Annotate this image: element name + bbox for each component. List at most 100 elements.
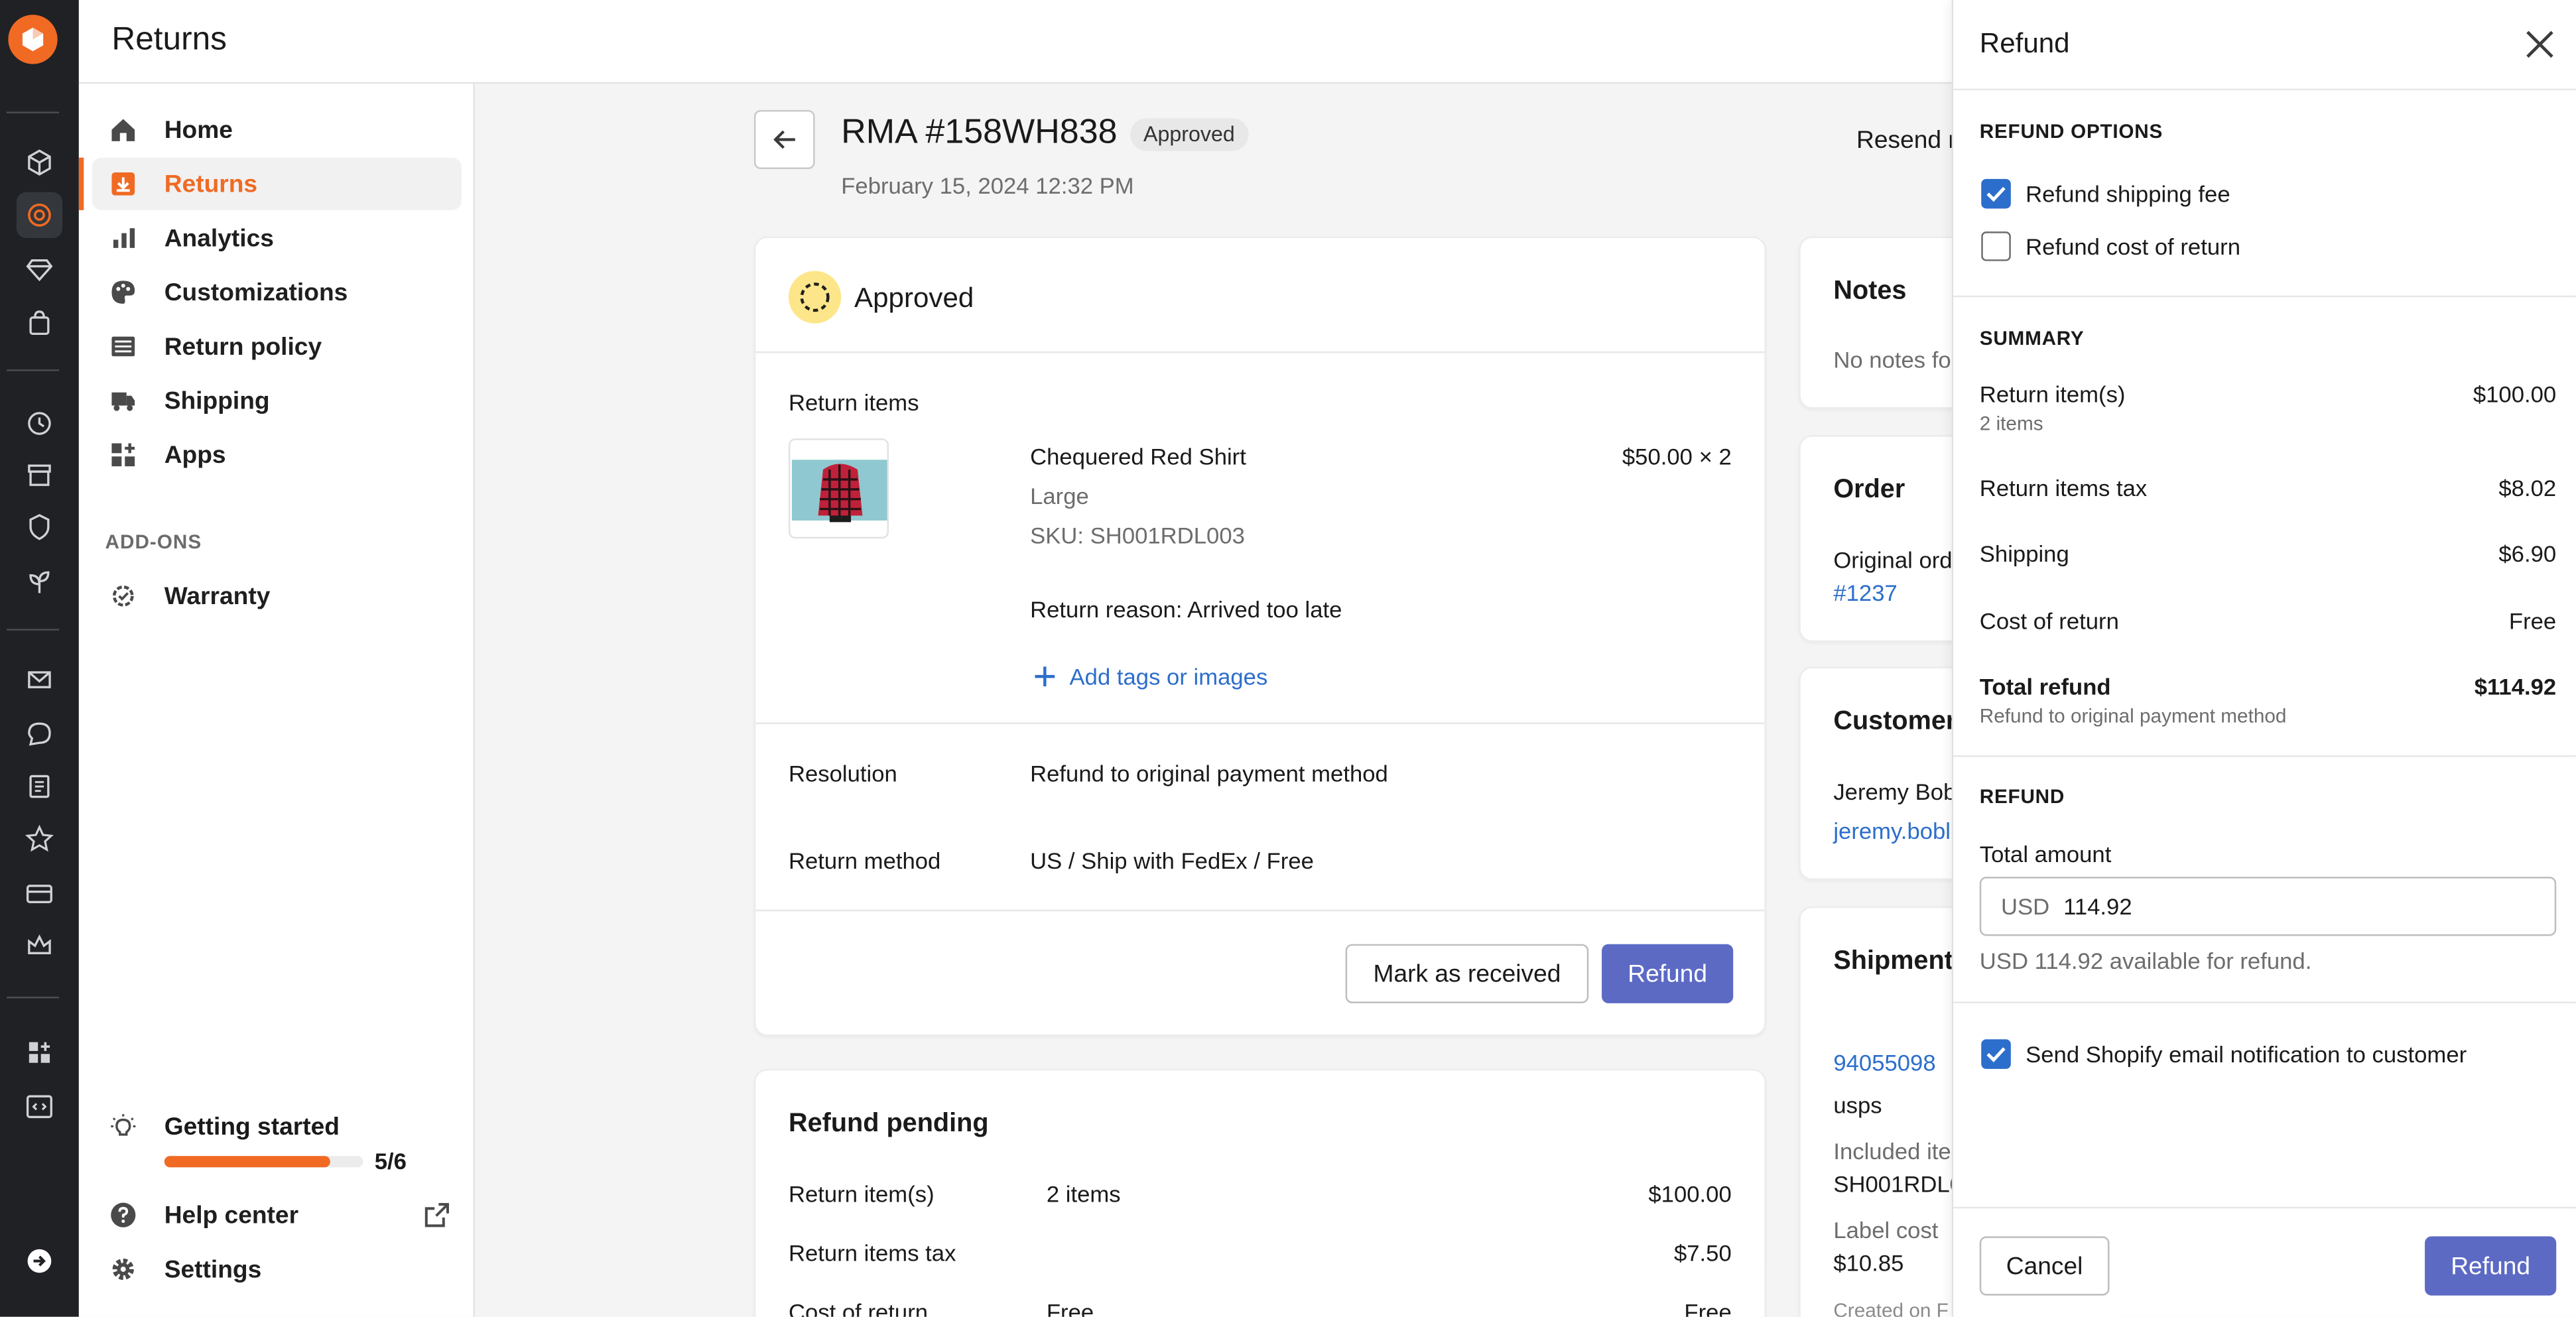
box-icon[interactable]	[17, 139, 62, 185]
product-sku: SKU: SH001RDL003	[1030, 522, 1245, 548]
pending-row-value: $100.00	[1648, 1180, 1732, 1207]
close-button[interactable]	[2520, 25, 2559, 64]
bar-chart-icon	[113, 228, 135, 248]
returns-icon	[111, 172, 135, 196]
sidebar-item-settings[interactable]: Settings	[92, 1243, 462, 1295]
drawer-title: Refund	[1979, 28, 2070, 60]
page-header-title: Returns	[111, 21, 227, 58]
amount-value[interactable]: 114.92	[2063, 893, 2132, 920]
sidebar-item-label: Apps	[164, 440, 226, 469]
checkbox-checked[interactable]	[1981, 178, 2011, 209]
rma-title: RMA #158WH838	[841, 113, 1118, 151]
sidebar-item-home[interactable]: Home	[92, 103, 462, 156]
crown-icon[interactable]	[17, 923, 62, 969]
checkbox-checked[interactable]	[1981, 1039, 2011, 1069]
plant-icon[interactable]	[17, 558, 62, 604]
truck-icon	[111, 392, 135, 411]
returns-app-icon[interactable]	[16, 192, 63, 239]
app-rail	[0, 0, 79, 1317]
carrier: usps	[1833, 1092, 1882, 1119]
sidebar-item-shipping[interactable]: Shipping	[92, 375, 462, 427]
code-icon[interactable]	[17, 1084, 62, 1129]
notify-customer-label: Send Shopify email notification to custo…	[2026, 1040, 2467, 1068]
pending-row-label: Return items tax	[788, 1239, 956, 1266]
sidebar-item-warranty[interactable]: Warranty	[92, 570, 462, 622]
refund-pending-card: Refund pending Return item(s) 2 items $1…	[753, 1068, 1766, 1317]
mail-icon[interactable]	[17, 657, 62, 702]
sidebar-item-help-center[interactable]: Help center	[92, 1189, 462, 1241]
resend-button[interactable]: Resend r	[1856, 127, 1957, 155]
sidebar-item-analytics[interactable]: Analytics	[92, 212, 462, 264]
summary-cost-label: Cost of return	[1979, 607, 2119, 634]
summary-total-sub: Refund to original payment method	[1979, 704, 2287, 727]
mark-as-received-button[interactable]: Mark as received	[1345, 944, 1589, 1003]
archive-icon[interactable]	[17, 452, 62, 497]
getting-started[interactable]: Getting started 5/6	[92, 1101, 462, 1180]
summary-return-items-sub: 2 items	[1979, 412, 2043, 436]
sidebar-item-label: Settings	[164, 1255, 262, 1283]
available-refund-text: USD 114.92 available for refund.	[1979, 947, 2312, 974]
apps-icon	[111, 443, 135, 467]
refund-options-heading: REFUND OPTIONS	[1979, 119, 2163, 143]
product-name: Chequered Red Shirt	[1030, 443, 1246, 470]
refund-cost-label: Refund cost of return	[2026, 233, 2241, 260]
status-badge: Approved	[1130, 118, 1248, 151]
credit-card-icon[interactable]	[17, 870, 62, 916]
product-price: $50.00 × 2	[1622, 443, 1732, 470]
created-on: Created on F	[1833, 1298, 1949, 1317]
customer-name: Jeremy Bob	[1833, 778, 1957, 805]
sidebar-item-return-policy[interactable]: Return policy	[92, 320, 462, 373]
gear-icon	[112, 1258, 134, 1281]
add-tags-link[interactable]: Add tags or images	[1033, 662, 1267, 692]
chat-icon[interactable]	[17, 711, 62, 757]
summary-return-items-label: Return item(s)	[1979, 381, 2126, 408]
summary-total-value: $114.92	[2474, 673, 2557, 700]
label-cost-value: $10.85	[1833, 1249, 1904, 1276]
external-link-icon	[424, 1203, 449, 1227]
notify-customer-checkbox[interactable]: Send Shopify email notification to custo…	[1980, 1039, 2538, 1072]
refund-shipping-checkbox[interactable]: Refund shipping fee	[1980, 178, 2308, 212]
sidebar-item-returns[interactable]: Returns	[78, 157, 462, 210]
star-icon[interactable]	[17, 816, 62, 862]
back-button[interactable]	[753, 109, 815, 170]
customer-email[interactable]: jeremy.bobl	[1833, 818, 1951, 844]
label-cost-label: Label cost	[1833, 1216, 1939, 1243]
return-method-label: Return method	[788, 847, 941, 874]
shield-icon[interactable]	[17, 504, 62, 550]
document-icon[interactable]	[17, 763, 62, 809]
currency-prefix: USD	[2000, 893, 2050, 920]
approved-status-icon	[788, 271, 842, 324]
help-icon	[111, 1202, 136, 1227]
refund-heading: REFUND	[1979, 784, 2065, 808]
pending-row-label: Return item(s)	[788, 1180, 934, 1207]
getting-started-label: Getting started	[164, 1113, 340, 1141]
drawer-refund-button[interactable]: Refund	[2425, 1236, 2557, 1296]
refund-cost-checkbox[interactable]: Refund cost of return	[1980, 231, 2308, 265]
pending-row-value: Free	[1684, 1298, 1732, 1317]
return-method-value: US / Ship with FedEx / Free	[1030, 847, 1314, 874]
diamond-icon[interactable]	[17, 246, 62, 292]
app-logo[interactable]	[8, 15, 58, 64]
summary-total-label: Total refund	[1979, 673, 2111, 700]
refund-amount-input[interactable]: USD 114.92	[1979, 877, 2557, 936]
order-link[interactable]: #1237	[1833, 580, 1897, 606]
pending-row-label: Cost of return	[788, 1298, 929, 1317]
return-items-label: Return items	[788, 389, 919, 416]
refund-pending-heading: Refund pending	[788, 1109, 989, 1138]
add-tags-label: Add tags or images	[1069, 663, 1268, 690]
tracking-link[interactable]: 94055098	[1833, 1049, 1935, 1076]
cancel-button[interactable]: Cancel	[1979, 1236, 2110, 1296]
clock-icon[interactable]	[17, 399, 62, 445]
summary-shipping-value: $6.90	[2498, 540, 2557, 567]
refund-button[interactable]: Refund	[1602, 944, 1734, 1003]
product-image[interactable]	[788, 438, 889, 539]
add-app-icon[interactable]	[17, 1029, 62, 1075]
checkbox-unchecked[interactable]	[1981, 231, 2011, 261]
bag-icon[interactable]	[17, 300, 62, 346]
refund-drawer: Refund REFUND OPTIONS Refund shipping fe…	[1951, 0, 2576, 1317]
plus-icon	[1035, 666, 1055, 686]
order-heading: Order	[1833, 476, 1905, 505]
logout-icon[interactable]	[17, 1238, 62, 1284]
sidebar-item-apps[interactable]: Apps	[92, 428, 462, 481]
sidebar-item-customizations[interactable]: Customizations	[92, 266, 462, 318]
